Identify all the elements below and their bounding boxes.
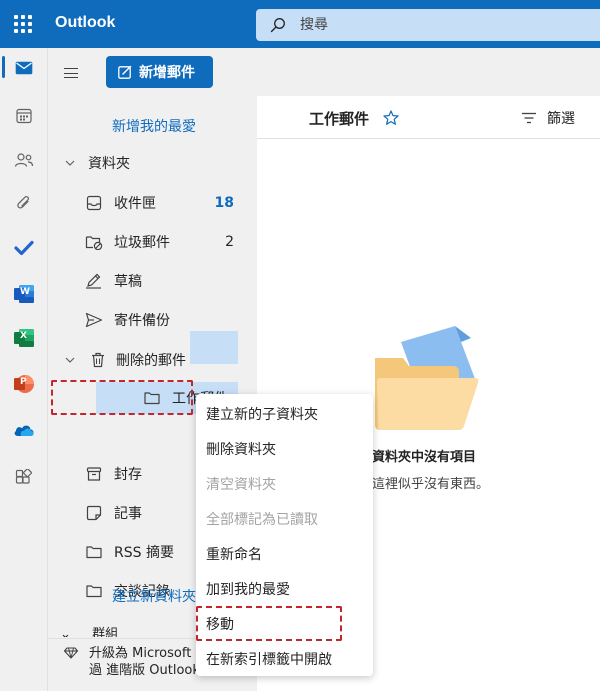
deleted-header-label: 刪除的郵件	[116, 353, 186, 369]
inbox-icon	[84, 193, 104, 213]
junk-icon	[84, 232, 104, 252]
menu-item-new-subfolder[interactable]: 建立新的子資料夾	[196, 396, 373, 431]
powerpoint-letter: P	[20, 377, 27, 387]
chevron-down-icon: ⌄	[60, 627, 71, 637]
unread-count: 18	[214, 195, 234, 211]
powerpoint-icon[interactable]: P	[8, 368, 40, 400]
archive-icon	[84, 464, 104, 484]
chevron-down-icon	[60, 350, 80, 370]
unread-count: 2	[225, 234, 234, 250]
folder-drafts[interactable]: 草稿	[84, 265, 252, 297]
app-rail: W X P	[0, 48, 48, 691]
selected-folder-highlight	[190, 331, 238, 364]
drafts-icon	[84, 271, 104, 291]
highlight-box-move	[196, 606, 342, 641]
list-header: 工作郵件 篩選	[257, 96, 600, 139]
chevron-down-icon	[60, 153, 80, 173]
active-indicator	[2, 56, 5, 78]
deleted-section-header[interactable]: 刪除的郵件	[60, 350, 186, 370]
empty-state-subtitle: 這裡似乎沒有東西。	[372, 477, 490, 492]
app-name[interactable]: Outlook	[55, 14, 115, 32]
search-box[interactable]	[256, 9, 600, 41]
list-title: 工作郵件	[309, 110, 370, 128]
folder-icon	[84, 542, 104, 562]
apps-icon[interactable]	[8, 462, 40, 494]
new-mail-label: 新增郵件	[139, 65, 195, 81]
compose-icon	[118, 65, 132, 79]
search-input[interactable]	[300, 13, 580, 37]
filter-icon	[522, 112, 536, 124]
onedrive-icon[interactable]	[8, 414, 40, 446]
search-icon	[270, 18, 285, 33]
add-favorite-link[interactable]: 新增我的最愛	[112, 116, 196, 136]
groups-section-header[interactable]: ⌄ 群組	[60, 623, 118, 637]
folder-label: 收件匣	[114, 196, 156, 212]
attach-icon[interactable]	[8, 188, 40, 220]
top-bar: Outlook	[0, 0, 600, 48]
folder-label: 封存	[114, 467, 142, 483]
folder-label: 記事	[114, 506, 142, 522]
menu-item-empty-folder: 清空資料夾	[206, 476, 276, 493]
menu-item-delete-folder[interactable]: 刪除資料夾	[196, 431, 373, 466]
folders-section-header[interactable]: 資料夾	[60, 153, 130, 173]
folder-label: RSS 摘要	[114, 545, 174, 561]
folder-label: 垃圾郵件	[114, 235, 170, 251]
mail-icon[interactable]	[8, 52, 40, 84]
filter-button[interactable]: 篩選	[521, 108, 575, 128]
notes-icon	[84, 503, 104, 523]
empty-folder-illustration	[375, 326, 479, 430]
menu-item-mark-all-read: 全部標記為已讀取	[206, 511, 318, 528]
empty-state-title: 資料夾中沒有項目	[372, 450, 477, 465]
filter-label: 篩選	[547, 111, 575, 127]
groups-header-label: 群組	[92, 627, 119, 637]
folder-label: 草稿	[114, 274, 142, 290]
word-letter: W	[20, 287, 30, 297]
folders-header-label: 資料夾	[88, 156, 130, 172]
people-icon[interactable]	[8, 144, 40, 176]
folder-label: 寄件備份	[114, 313, 170, 329]
menu-item-rename[interactable]: 重新命名	[196, 536, 373, 571]
calendar-icon[interactable]	[8, 100, 40, 132]
sent-icon	[84, 310, 104, 330]
folder-junk[interactable]: 垃圾郵件 2	[84, 226, 252, 258]
menu-item-open-new-tab[interactable]: 在新索引標籤中開啟	[196, 641, 373, 676]
trash-icon	[88, 350, 108, 370]
folder-icon	[84, 581, 104, 601]
excel-icon[interactable]: X	[8, 322, 40, 354]
create-folder-link[interactable]: 建立新資料夾	[112, 586, 196, 606]
todo-icon[interactable]	[8, 232, 40, 264]
app-launcher-icon[interactable]	[14, 15, 32, 33]
word-icon[interactable]: W	[8, 278, 40, 310]
excel-letter: X	[20, 331, 27, 341]
favorite-star-icon[interactable]	[383, 110, 399, 125]
folder-inbox[interactable]: 收件匣 18	[84, 187, 252, 219]
diamond-icon	[64, 647, 78, 659]
new-mail-button[interactable]: 新增郵件	[106, 56, 213, 88]
highlight-box-selected-folder	[51, 380, 193, 415]
menu-item-add-favorite[interactable]: 加到我的最愛	[196, 571, 373, 606]
hamburger-menu-icon[interactable]	[64, 68, 78, 78]
